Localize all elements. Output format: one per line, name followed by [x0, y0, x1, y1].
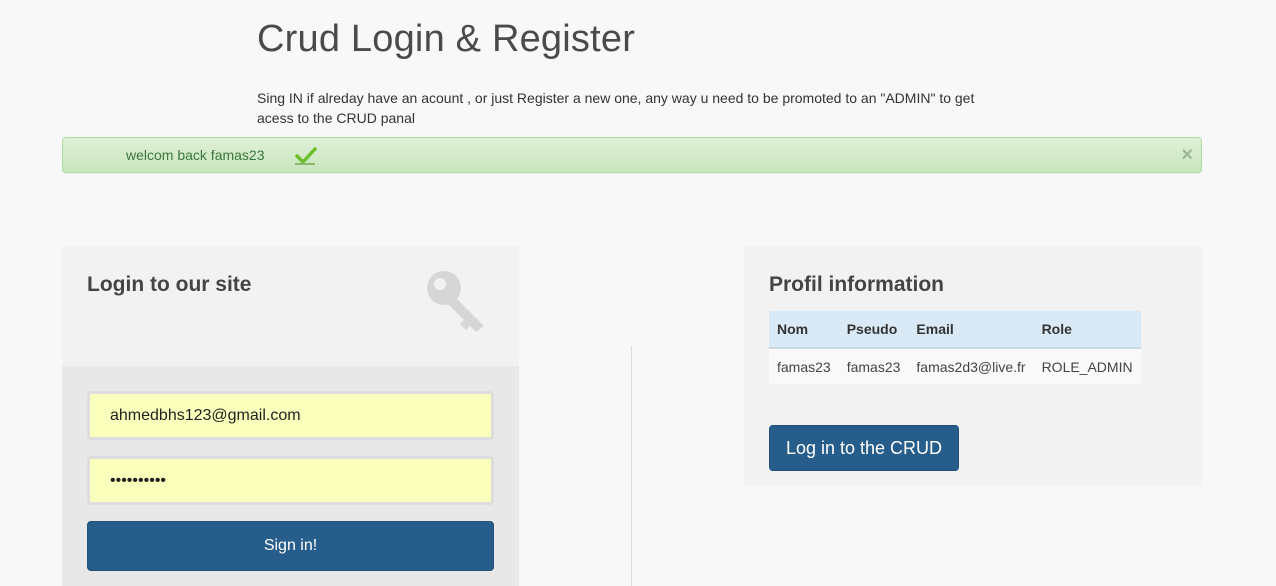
alert-message: welcom back famas23 — [126, 147, 265, 163]
column-divider — [631, 346, 632, 586]
login-panel-header: Login to our site — [62, 246, 519, 366]
key-icon — [427, 271, 484, 332]
column-header-role: Role — [1033, 311, 1141, 349]
column-header-nom: Nom — [769, 311, 839, 349]
profile-table: Nom Pseudo Email Role famas23 famas23 fa… — [769, 311, 1141, 384]
cell-nom: famas23 — [769, 348, 839, 384]
cell-email: famas2d3@live.fr — [908, 348, 1034, 384]
page-description: Sing IN if alreday have an acount , or j… — [257, 90, 975, 126]
table-row: famas23 famas23 famas2d3@live.fr ROLE_AD… — [769, 348, 1141, 384]
email-input[interactable]: ahmedbhs123@gmail.com — [87, 391, 494, 440]
sign-in-button[interactable]: Sign in! — [87, 521, 494, 571]
column-header-email: Email — [908, 311, 1034, 349]
check-icon — [295, 147, 317, 165]
crud-login-button[interactable]: Log in to the CRUD — [769, 425, 959, 471]
alert-close-button[interactable]: × — [1181, 145, 1193, 165]
cell-pseudo: famas23 — [838, 348, 909, 384]
table-header-row: Nom Pseudo Email Role — [769, 311, 1141, 349]
profile-panel: Profil information Nom Pseudo Email Role… — [744, 246, 1202, 486]
login-form: ahmedbhs123@gmail.com •••••••••• Sign in… — [62, 366, 519, 586]
login-panel: Login to our site ahmedbhs123@gmail.com … — [62, 246, 519, 586]
column-header-pseudo: Pseudo — [838, 311, 909, 349]
password-input[interactable]: •••••••••• — [87, 456, 494, 505]
success-alert: welcom back famas23 × — [62, 137, 1202, 173]
cell-role: ROLE_ADMIN — [1033, 348, 1141, 384]
login-title: Login to our site — [87, 273, 252, 296]
page-title: Crud Login & Register — [257, 18, 636, 60]
page: Crud Login & Register Sing IN if alreday… — [0, 0, 1276, 586]
profile-title: Profil information — [769, 273, 944, 296]
